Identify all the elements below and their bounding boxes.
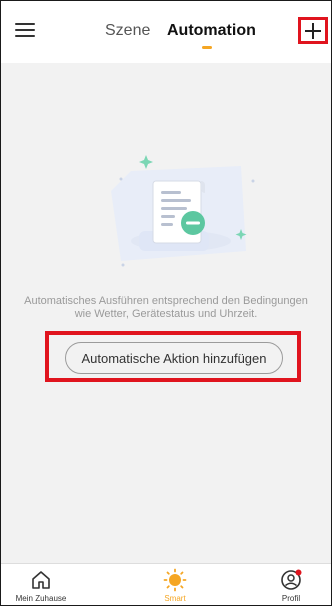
empty-state-illustration bbox=[111, 155, 255, 267]
tab-bar: Szene Automation bbox=[1, 1, 331, 63]
home-icon bbox=[32, 571, 50, 589]
top-bar: Szene Automation bbox=[1, 1, 331, 63]
add-automation-button[interactable] bbox=[298, 17, 328, 44]
nav-item-smart[interactable]: Smart bbox=[135, 564, 215, 605]
document-remove-icon bbox=[152, 180, 205, 244]
bottom-navigation: Mein Zuhause Smart Profil bbox=[1, 563, 331, 605]
empty-state-description: Automatisches Ausführen entsprechend den… bbox=[24, 295, 308, 320]
tab-automation[interactable]: Automation bbox=[167, 22, 256, 40]
app-screen: Szene Automation Automatisches Ausführen… bbox=[0, 0, 332, 606]
active-tab-indicator bbox=[202, 46, 212, 49]
tab-szene[interactable]: Szene bbox=[105, 22, 150, 40]
nav-item-mein-zuhause[interactable]: Mein Zuhause bbox=[1, 564, 81, 605]
sparkle-icon bbox=[139, 155, 153, 169]
add-automatic-action-button[interactable]: Automatische Aktion hinzufügen bbox=[65, 342, 283, 374]
sun-icon bbox=[163, 568, 187, 592]
nav-item-profil[interactable]: Profil bbox=[251, 564, 331, 605]
profile-icon bbox=[281, 569, 302, 590]
